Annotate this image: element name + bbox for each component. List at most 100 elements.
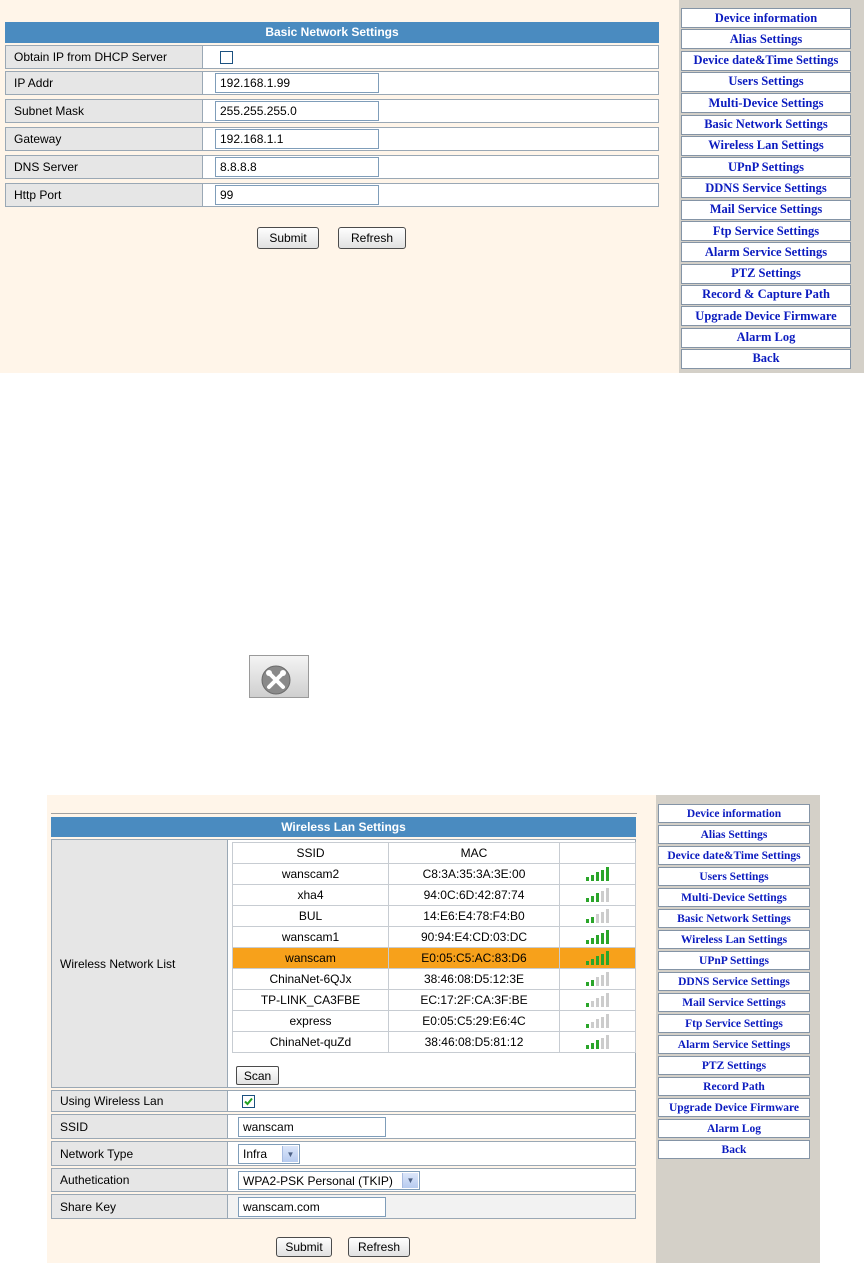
network-ssid: BUL <box>232 905 389 927</box>
signal-bars-icon <box>586 951 609 966</box>
nav-item-alarm-log[interactable]: Alarm Log <box>658 1119 810 1138</box>
http-port-label: Http Port <box>6 184 203 206</box>
signal-strength <box>559 905 636 927</box>
nav-item-device-date-time-settings[interactable]: Device date&Time Settings <box>681 50 851 71</box>
nav-item-upnp-settings[interactable]: UPnP Settings <box>658 951 810 970</box>
basic-submit-button[interactable]: Submit <box>257 227 319 249</box>
subnet-row: Subnet Mask 255.255.255.0 <box>5 99 659 123</box>
divider <box>51 813 637 814</box>
using-wireless-checkbox[interactable] <box>242 1095 255 1108</box>
nav-item-back[interactable]: Back <box>681 348 851 369</box>
signal-strength <box>559 1010 636 1032</box>
nav-sidebar-top: Device information Alias Settings Device d… <box>679 0 864 373</box>
network-ssid: ChinaNet-6QJx <box>232 968 389 990</box>
chevron-down-icon: ▼ <box>402 1173 418 1188</box>
wireless-submit-button[interactable]: Submit <box>276 1237 332 1257</box>
network-type-select[interactable]: Infra ▼ <box>238 1144 300 1164</box>
nav-item-upnp-settings[interactable]: UPnP Settings <box>681 157 851 178</box>
network-row[interactable]: wanscam E0:05:C5:AC:83:D6 <box>232 947 636 969</box>
nav-item-back[interactable]: Back <box>658 1140 810 1159</box>
ssid-column-header: SSID <box>232 842 389 864</box>
network-table-header: SSID MAC <box>232 842 636 864</box>
network-list-row: Wireless Network List SSID MAC wanscam2 C… <box>51 839 636 1088</box>
network-mac: C8:3A:35:3A:3E:00 <box>388 863 560 885</box>
nav-item-wireless-lan-settings[interactable]: Wireless Lan Settings <box>681 135 851 156</box>
dns-row: DNS Server 8.8.8.8 <box>5 155 659 179</box>
nav-item-ddns-service-settings[interactable]: DDNS Service Settings <box>658 972 810 991</box>
nav-sidebar-bottom: Device information Alias Settings Device d… <box>656 795 820 1263</box>
nav-item-wireless-lan-settings[interactable]: Wireless Lan Settings <box>658 930 810 949</box>
nav-item-record-path[interactable]: Record Path <box>658 1077 810 1096</box>
nav-item-ddns-service-settings[interactable]: DDNS Service Settings <box>681 178 851 199</box>
gateway-row: Gateway 192.168.1.1 <box>5 127 659 151</box>
nav-item-ftp-service-settings[interactable]: Ftp Service Settings <box>658 1014 810 1033</box>
nav-item-basic-network-settings[interactable]: Basic Network Settings <box>681 114 851 135</box>
nav-item-alarm-log[interactable]: Alarm Log <box>681 327 851 348</box>
authentication-label: Authetication <box>52 1169 228 1191</box>
nav-item-alarm-service-settings[interactable]: Alarm Service Settings <box>681 242 851 263</box>
network-ssid: ChinaNet-quZd <box>232 1031 389 1053</box>
network-mac: 38:46:08:D5:12:3E <box>388 968 560 990</box>
network-ssid: wanscam <box>232 947 389 969</box>
nav-item-upgrade-device-firmware[interactable]: Upgrade Device Firmware <box>681 306 851 327</box>
nav-item-multi-device-settings[interactable]: Multi-Device Settings <box>681 93 851 114</box>
network-row[interactable]: ChinaNet-quZd 38:46:08:D5:81:12 <box>232 1031 636 1053</box>
nav-item-record-capture-path[interactable]: Record & Capture Path <box>681 284 851 305</box>
network-row[interactable]: wanscam1 90:94:E4:CD:03:DC <box>232 926 636 948</box>
signal-strength <box>559 947 636 969</box>
tools-icon[interactable] <box>249 655 309 698</box>
nav-item-ptz-settings[interactable]: PTZ Settings <box>658 1056 810 1075</box>
nav-item-users-settings[interactable]: Users Settings <box>658 867 810 886</box>
nav-item-ptz-settings[interactable]: PTZ Settings <box>681 263 851 284</box>
nav-item-mail-service-settings[interactable]: Mail Service Settings <box>681 199 851 220</box>
network-ssid: express <box>232 1010 389 1032</box>
nav-item-device-date-time-settings[interactable]: Device date&Time Settings <box>658 846 810 865</box>
basic-network-panel: Basic Network Settings Obtain IP from DH… <box>0 0 679 373</box>
basic-network-header: Basic Network Settings <box>5 22 659 43</box>
http-port-row: Http Port 99 <box>5 183 659 207</box>
network-table: SSID MAC wanscam2 C8:3A:35:3A:3E:00 xha4 94… <box>232 842 636 1053</box>
subnet-input[interactable]: 255.255.255.0 <box>215 101 379 121</box>
network-row[interactable]: ChinaNet-6QJx 38:46:08:D5:12:3E <box>232 968 636 990</box>
network-row[interactable]: xha4 94:0C:6D:42:87:74 <box>232 884 636 906</box>
network-row[interactable]: BUL 14:E6:E4:78:F4:B0 <box>232 905 636 927</box>
ip-input[interactable]: 192.168.1.99 <box>215 73 379 93</box>
ssid-input[interactable]: wanscam <box>238 1117 386 1137</box>
share-key-label: Share Key <box>52 1195 228 1218</box>
authentication-select[interactable]: WPA2-PSK Personal (TKIP) ▼ <box>238 1171 420 1190</box>
scan-button[interactable]: Scan <box>236 1066 279 1085</box>
signal-bars-icon <box>586 909 609 924</box>
nav-item-multi-device-settings[interactable]: Multi-Device Settings <box>658 888 810 907</box>
http-port-input[interactable]: 99 <box>215 185 379 205</box>
authentication-value: WPA2-PSK Personal (TKIP) <box>243 1173 393 1188</box>
gateway-label: Gateway <box>6 128 203 150</box>
nav-item-alias-settings[interactable]: Alias Settings <box>681 29 851 50</box>
authentication-row: Authetication WPA2-PSK Personal (TKIP) ▼ <box>51 1168 636 1192</box>
nav-item-alarm-service-settings[interactable]: Alarm Service Settings <box>658 1035 810 1054</box>
basic-refresh-button[interactable]: Refresh <box>338 227 406 249</box>
gateway-input[interactable]: 192.168.1.1 <box>215 129 379 149</box>
network-row[interactable]: express E0:05:C5:29:E6:4C <box>232 1010 636 1032</box>
network-row[interactable]: TP-LINK_CA3FBE EC:17:2F:CA:3F:BE <box>232 989 636 1011</box>
nav-item-basic-network-settings[interactable]: Basic Network Settings <box>658 909 810 928</box>
dns-input[interactable]: 8.8.8.8 <box>215 157 379 177</box>
signal-strength <box>559 926 636 948</box>
nav-item-alias-settings[interactable]: Alias Settings <box>658 825 810 844</box>
nav-item-users-settings[interactable]: Users Settings <box>681 71 851 92</box>
nav-item-mail-service-settings[interactable]: Mail Service Settings <box>658 993 810 1012</box>
share-key-row: Share Key wanscam.com <box>51 1194 636 1219</box>
share-key-input[interactable]: wanscam.com <box>238 1197 386 1217</box>
nav-item-device-information[interactable]: Device information <box>681 8 851 28</box>
nav-item-device-information[interactable]: Device information <box>658 804 810 823</box>
network-row[interactable]: wanscam2 C8:3A:35:3A:3E:00 <box>232 863 636 885</box>
signal-strength <box>559 863 636 885</box>
network-ssid: wanscam1 <box>232 926 389 948</box>
network-mac: EC:17:2F:CA:3F:BE <box>388 989 560 1011</box>
dhcp-checkbox[interactable] <box>220 51 233 64</box>
nav-item-upgrade-device-firmware[interactable]: Upgrade Device Firmware <box>658 1098 810 1117</box>
nav-item-ftp-service-settings[interactable]: Ftp Service Settings <box>681 221 851 241</box>
signal-bars-icon <box>586 993 609 1008</box>
wireless-refresh-button[interactable]: Refresh <box>348 1237 410 1257</box>
signal-bars-icon <box>586 867 609 882</box>
network-type-label: Network Type <box>52 1142 228 1165</box>
